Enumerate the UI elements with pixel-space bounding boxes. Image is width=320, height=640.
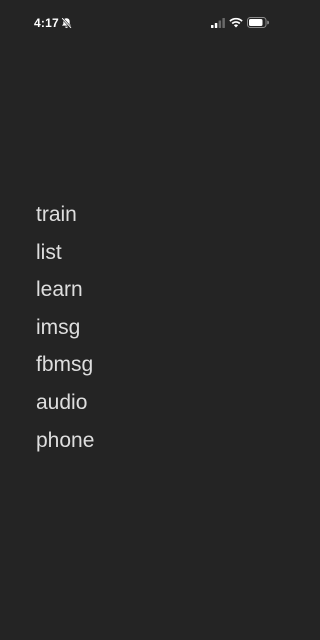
menu-item-imsg[interactable]: imsg xyxy=(36,315,94,353)
status-bar: 4:17 xyxy=(0,0,294,44)
cellular-signal-icon xyxy=(211,18,225,28)
status-time: 4:17 xyxy=(34,16,59,30)
menu-item-audio[interactable]: audio xyxy=(36,390,94,428)
menu-item-fbmsg[interactable]: fbmsg xyxy=(36,352,94,390)
menu-item-phone[interactable]: phone xyxy=(36,428,94,466)
app-screen: 4:17 train list learn imsg fbmsg audio p… xyxy=(0,0,294,640)
bell-slash-icon xyxy=(61,17,72,29)
main-menu: train list learn imsg fbmsg audio phone xyxy=(36,202,94,465)
menu-item-learn[interactable]: learn xyxy=(36,277,94,315)
menu-item-list[interactable]: list xyxy=(36,240,94,278)
wifi-icon xyxy=(229,17,243,28)
menu-item-train[interactable]: train xyxy=(36,202,94,240)
battery-icon xyxy=(247,17,269,28)
